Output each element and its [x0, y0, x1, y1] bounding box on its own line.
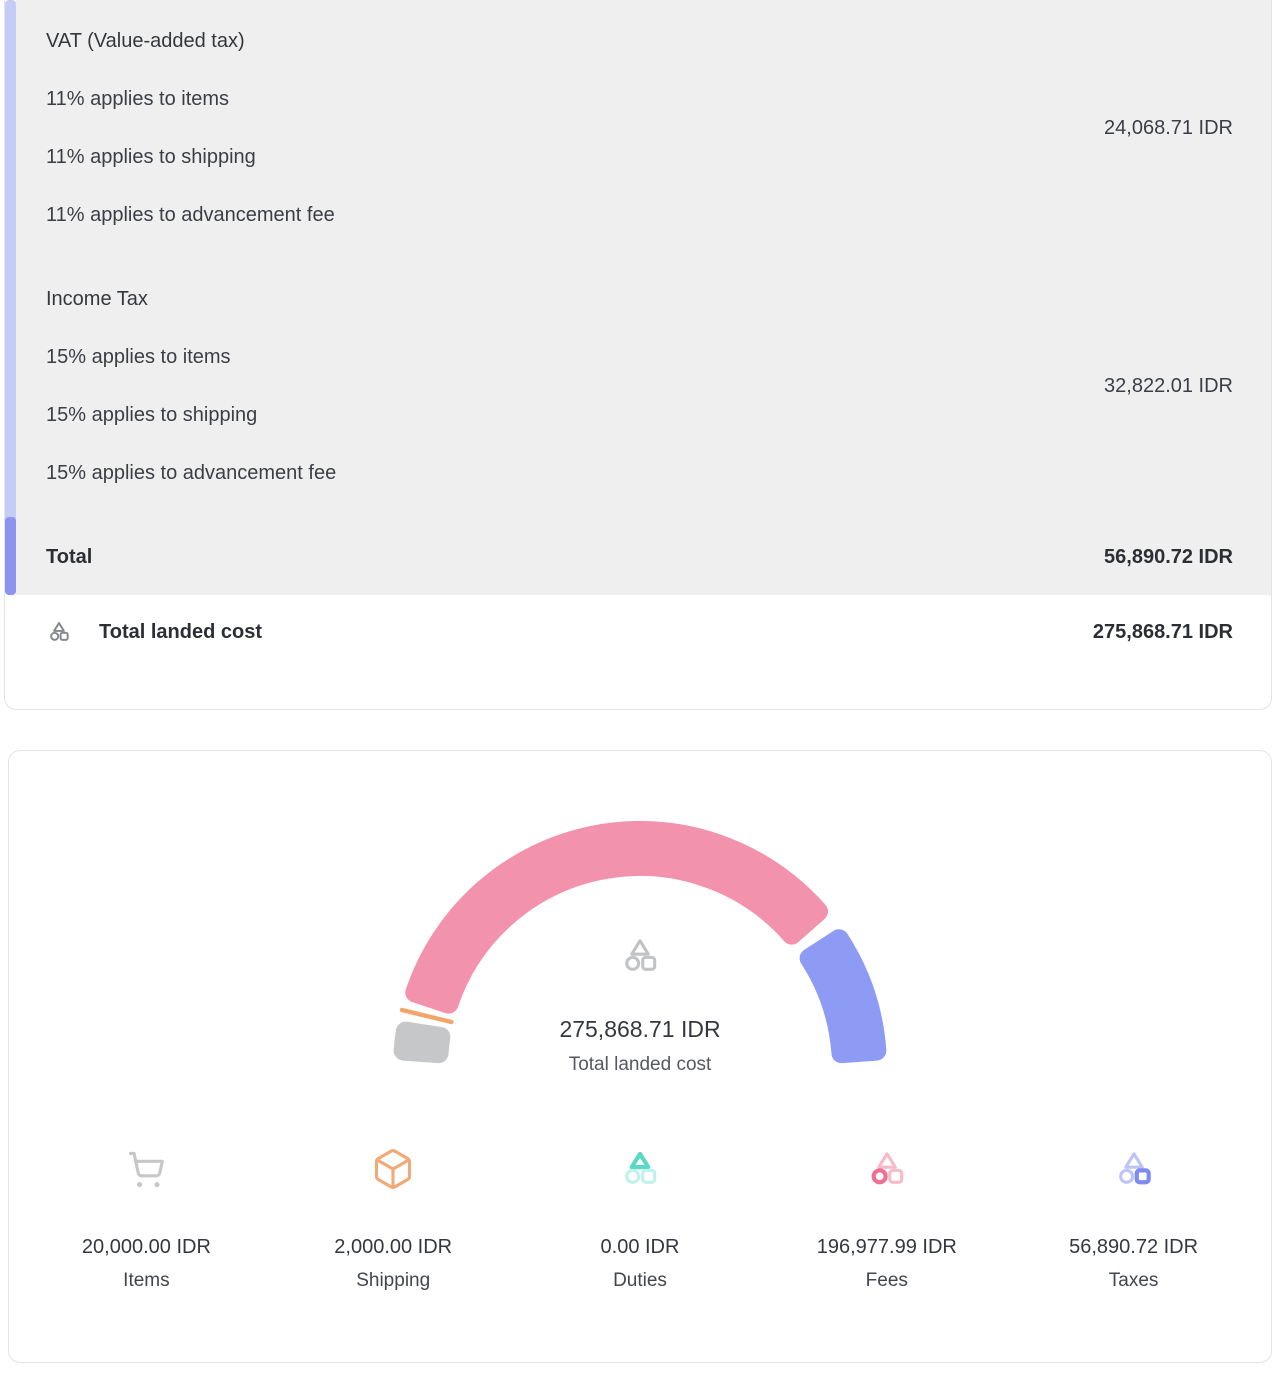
legend-item-taxes: 56,890.72 IDR Taxes	[1010, 1147, 1257, 1292]
legend-value-taxes: 56,890.72 IDR	[1010, 1236, 1257, 1259]
shapes-square-icon	[1112, 1147, 1156, 1191]
legend-label-items: Items	[23, 1270, 270, 1292]
vat-row-advancement: 11% applies to advancement fee	[46, 202, 1104, 228]
income-tax-amount: 32,822.01 IDR	[1104, 373, 1233, 399]
shapes-circle-icon	[865, 1147, 909, 1191]
income-tax-row-advancement: 15% applies to advancement fee	[46, 460, 1104, 486]
legend-item-fees: 196,977.99 IDR Fees	[763, 1147, 1010, 1292]
landed-cost-gauge	[9, 751, 1271, 1083]
landed-cost-shapes-icon	[46, 619, 72, 645]
shapes-triangle-icon	[618, 1147, 662, 1191]
landed-cost-label: Total landed cost	[99, 621, 1093, 644]
tax-breakdown-panel[interactable]: VAT (Value-added tax) 11% applies to ite…	[16, 0, 1271, 595]
legend-item-shipping: 2,000.00 IDR Shipping	[270, 1147, 517, 1292]
legend-label-duties: Duties	[517, 1270, 764, 1292]
taxes-total-row: Total 56,890.72 IDR	[46, 544, 1233, 570]
scrollbar-track[interactable]	[5, 0, 16, 595]
total-landed-cost-row: Total landed cost 275,868.71 IDR	[5, 595, 1271, 645]
cart-icon	[124, 1147, 168, 1191]
vat-row-items: 11% applies to items	[46, 86, 1104, 112]
scrollbar-thumb[interactable]	[5, 517, 16, 595]
gauge-segment-taxes	[810, 939, 877, 1053]
legend-item-items: 20,000.00 IDR Items	[23, 1147, 270, 1292]
vat-amount: 24,068.71 IDR	[1104, 115, 1233, 141]
legend-label-taxes: Taxes	[1010, 1270, 1257, 1292]
tax-summary-card: VAT (Value-added tax) 11% applies to ite…	[4, 0, 1272, 710]
legend-value-fees: 196,977.99 IDR	[763, 1236, 1010, 1259]
gauge-segment-items	[404, 1032, 441, 1054]
income-tax-header: Income Tax	[46, 286, 1104, 312]
legend-item-duties: 0.00 IDR Duties	[517, 1147, 764, 1292]
legend-label-shipping: Shipping	[270, 1270, 517, 1292]
landed-cost-chart-card: 275,868.71 IDR Total landed cost 20,000.…	[8, 750, 1272, 1363]
income-tax-group: Income Tax 15% applies to items 15% appl…	[46, 286, 1233, 486]
vat-header: VAT (Value-added tax)	[46, 28, 1104, 54]
package-icon	[371, 1147, 415, 1191]
gauge-legend: 20,000.00 IDR Items 2,000.00 IDR Shippin…	[9, 1147, 1271, 1292]
vat-group: VAT (Value-added tax) 11% applies to ite…	[46, 28, 1233, 228]
landed-cost-amount: 275,868.71 IDR	[1093, 621, 1233, 644]
legend-value-items: 20,000.00 IDR	[23, 1236, 270, 1259]
taxes-total-amount: 56,890.72 IDR	[1104, 544, 1233, 570]
taxes-total-label: Total	[46, 544, 92, 570]
income-tax-row-shipping: 15% applies to shipping	[46, 402, 1104, 428]
income-tax-row-items: 15% applies to items	[46, 344, 1104, 370]
vat-row-shipping: 11% applies to shipping	[46, 144, 1104, 170]
legend-value-duties: 0.00 IDR	[517, 1236, 764, 1259]
legend-label-fees: Fees	[763, 1270, 1010, 1292]
gauge-segment-fees	[415, 831, 818, 1004]
legend-value-shipping: 2,000.00 IDR	[270, 1236, 517, 1259]
